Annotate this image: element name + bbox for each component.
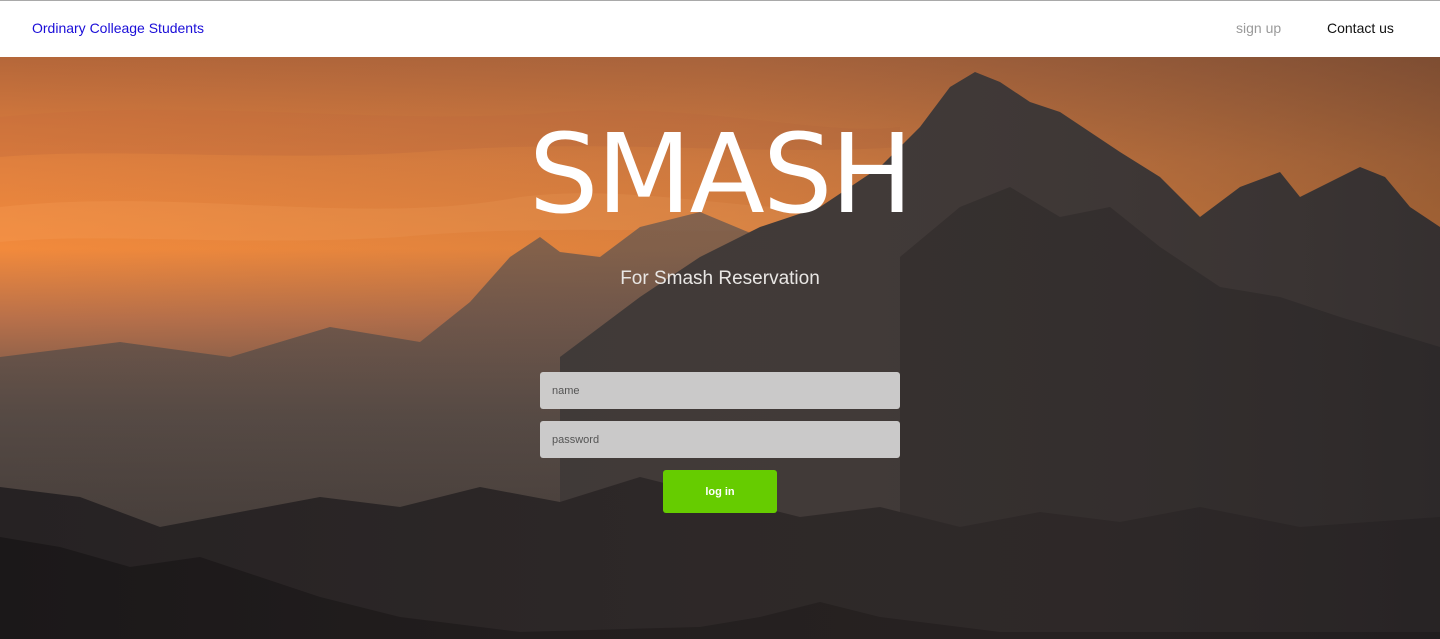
hero-section: SMASH For Smash Reservation log in [0,57,1440,639]
brand-link[interactable]: Ordinary Colleage Students [32,20,204,36]
password-input[interactable] [540,421,900,458]
hero-subtitle: For Smash Reservation [620,268,820,289]
login-button[interactable]: log in [663,470,777,513]
sign-up-link[interactable]: sign up [1236,20,1281,36]
contact-us-link[interactable]: Contact us [1327,20,1394,36]
hero-title: SMASH [528,110,914,238]
name-input[interactable] [540,372,900,409]
top-navbar: Ordinary Colleage Students sign up Conta… [0,0,1440,57]
page: Ordinary Colleage Students sign up Conta… [0,0,1440,639]
